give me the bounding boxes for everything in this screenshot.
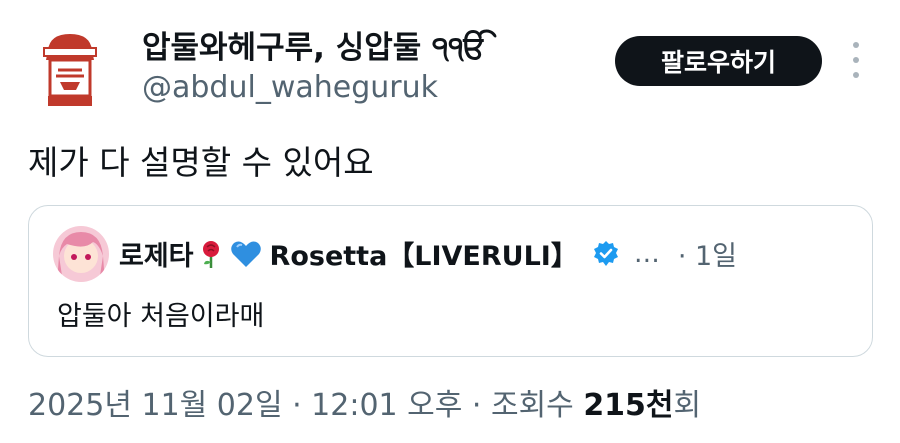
quote-more-dots: … <box>633 238 660 269</box>
author-display-name[interactable]: 압둘와헤구루, 싱압둘 ੧ੴ <box>142 22 487 67</box>
rose-icon <box>196 239 226 269</box>
mustached-man-logo-icon <box>43 34 97 106</box>
more-options-icon[interactable] <box>846 42 866 78</box>
quote-author-name[interactable]: 로제타 <box>119 234 194 273</box>
quote-header: 로제타 Rosetta【LIVERULI】 … · 1일 <box>119 234 737 273</box>
author-avatar[interactable] <box>38 30 102 108</box>
verified-badge-icon <box>592 240 620 268</box>
quote-author-name-suffix[interactable]: Rosetta【LIVERULI】 <box>270 234 578 273</box>
quoted-tweet-card[interactable]: 로제타 Rosetta【LIVERULI】 … · 1일 압둘아 처음이라매 <box>28 205 873 357</box>
tweet-text: 제가 다 설명할 수 있어요 <box>28 143 374 182</box>
author-handle[interactable]: @abdul_waheguruk <box>142 70 438 105</box>
view-count-suffix: 회 <box>673 388 702 423</box>
quote-author-avatar[interactable] <box>53 226 109 282</box>
anime-girl-avatar-icon <box>53 226 109 282</box>
blue-heart-icon <box>230 239 262 269</box>
follow-button[interactable]: 팔로우하기 <box>615 36 822 86</box>
quote-timestamp[interactable]: · 1일 <box>678 234 737 273</box>
tweet-meta: 2025년 11월 02일 · 12:01 오후 · 조회수 215천회 <box>28 380 701 424</box>
quote-text: 압둘아 처음이라매 <box>57 301 265 332</box>
tweet-timestamp[interactable]: 2025년 11월 02일 · 12:01 오후 · 조회수 <box>28 388 583 423</box>
view-count: 215천 <box>583 388 674 423</box>
